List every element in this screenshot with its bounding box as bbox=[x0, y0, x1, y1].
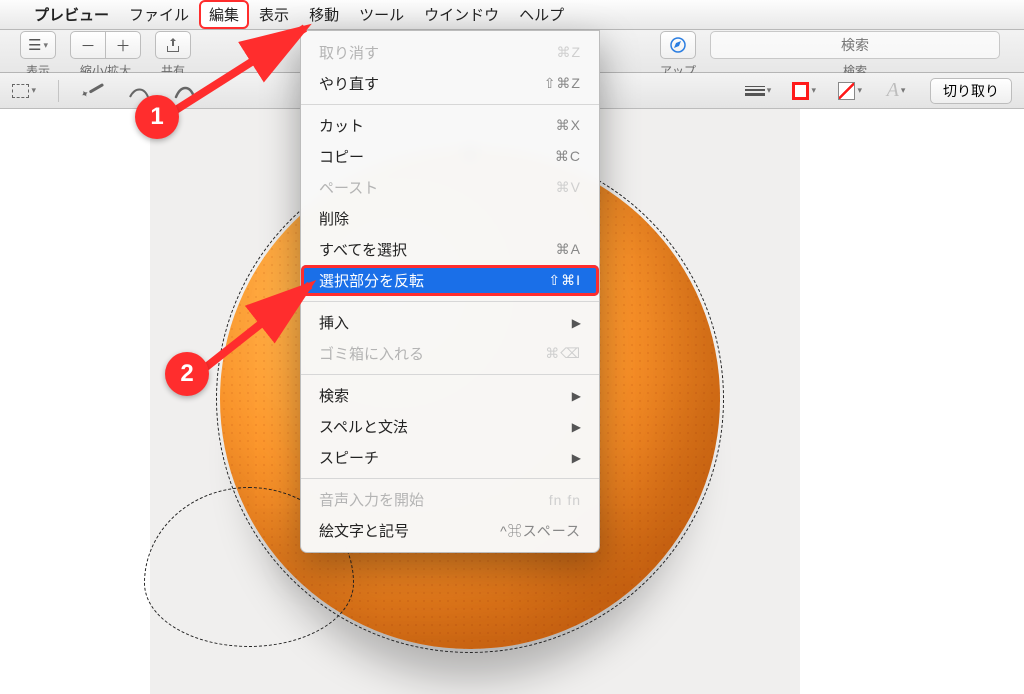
menu-item-speech[interactable]: スピーチ ▶ bbox=[301, 442, 599, 473]
menu-item-shortcut: ⌘⌫ bbox=[545, 345, 581, 362]
menu-item-paste: ペースト ⌘V bbox=[301, 172, 599, 203]
annotation-arrow-2 bbox=[190, 275, 330, 388]
instant-alpha-tool[interactable]: ✦ bbox=[81, 79, 105, 103]
selection-rect-icon bbox=[12, 84, 29, 98]
sidebar-icon: ☰ bbox=[28, 36, 41, 54]
menu-item-shortcut: ^⌘スペース bbox=[500, 521, 581, 541]
menu-item-cut[interactable]: カット ⌘X bbox=[301, 110, 599, 141]
toolbar-separator bbox=[58, 80, 59, 102]
menu-item-label: 音声入力を開始 bbox=[319, 489, 424, 510]
line-weight-icon bbox=[745, 84, 765, 98]
menu-separator bbox=[301, 104, 599, 105]
zoom-out-button[interactable]: － bbox=[70, 31, 106, 59]
menu-item-shortcut: ⌘X bbox=[556, 117, 581, 134]
menu-item-start-dictation: 音声入力を開始 fn fn bbox=[301, 484, 599, 515]
chevron-down-icon: ▾ bbox=[767, 85, 772, 96]
search-input[interactable] bbox=[710, 31, 1000, 59]
chevron-down-icon: ▾ bbox=[43, 40, 48, 51]
menu-item-shortcut: ⌘C bbox=[555, 148, 581, 165]
submenu-arrow-icon: ▶ bbox=[572, 420, 581, 434]
crop-button[interactable]: 切り取り bbox=[930, 78, 1012, 104]
menu-item-delete[interactable]: 削除 bbox=[301, 203, 599, 234]
menubar-app-name[interactable]: プレビュー bbox=[24, 0, 119, 29]
selection-rect-tool[interactable]: ▾ bbox=[12, 79, 36, 103]
menu-item-label: ゴミ箱に入れる bbox=[319, 343, 424, 364]
zoom-out-icon: － bbox=[80, 35, 95, 56]
stroke-color-picker[interactable]: ▾ bbox=[792, 79, 816, 103]
markup-icon bbox=[669, 36, 687, 54]
menu-item-shortcut: ⇧⌘Z bbox=[544, 75, 581, 92]
menu-item-emoji[interactable]: 絵文字と記号 ^⌘スペース bbox=[301, 515, 599, 546]
menu-item-copy[interactable]: コピー ⌘C bbox=[301, 141, 599, 172]
menu-separator bbox=[301, 301, 599, 302]
menubar-item-window[interactable]: ウインドウ bbox=[414, 0, 509, 29]
fill-color-picker[interactable]: ▾ bbox=[838, 79, 862, 103]
menu-item-label: スピーチ bbox=[319, 447, 379, 468]
menu-item-select-all[interactable]: すべてを選択 ⌘A bbox=[301, 234, 599, 265]
menu-item-shortcut: ⌘A bbox=[556, 241, 581, 258]
menu-item-label: 選択部分を反転 bbox=[319, 270, 424, 291]
menu-item-label: コピー bbox=[319, 146, 364, 167]
menu-item-label: 削除 bbox=[319, 208, 349, 229]
menu-separator bbox=[301, 374, 599, 375]
markup-toggle-button[interactable] bbox=[660, 31, 696, 59]
menu-item-shortcut: ⌘V bbox=[556, 179, 581, 196]
menu-item-shortcut: fn fn bbox=[549, 492, 581, 508]
zoom-in-icon: ＋ bbox=[115, 35, 130, 56]
line-weight-picker[interactable]: ▾ bbox=[746, 79, 770, 103]
zoom-in-button[interactable]: ＋ bbox=[105, 31, 141, 59]
menubar-item-tools[interactable]: ツール bbox=[349, 0, 414, 29]
submenu-arrow-icon: ▶ bbox=[572, 451, 581, 465]
chevron-down-icon: ▾ bbox=[811, 85, 816, 96]
menu-item-shortcut: ⌘Z bbox=[556, 44, 581, 61]
menu-item-undo: 取り消す ⌘Z bbox=[301, 37, 599, 68]
menu-item-insert[interactable]: 挿入 ▶ bbox=[301, 307, 599, 338]
menu-edit-dropdown: 取り消す ⌘Z やり直す ⇧⌘Z カット ⌘X コピー ⌘C ペースト ⌘V 削… bbox=[300, 30, 600, 553]
menu-item-spelling[interactable]: スペルと文法 ▶ bbox=[301, 411, 599, 442]
menu-item-label: すべてを選択 bbox=[319, 239, 407, 260]
menu-item-find[interactable]: 検索 ▶ bbox=[301, 380, 599, 411]
view-mode-button[interactable]: ☰▾ bbox=[20, 31, 56, 59]
submenu-arrow-icon: ▶ bbox=[572, 316, 581, 330]
annotation-badge-2: 2 bbox=[165, 352, 209, 396]
chevron-down-icon: ▾ bbox=[901, 85, 906, 96]
chevron-down-icon: ▾ bbox=[857, 85, 862, 96]
menu-item-label: ペースト bbox=[319, 177, 378, 198]
menu-item-label: スペルと文法 bbox=[319, 416, 408, 437]
annotation-badge-1: 1 bbox=[135, 95, 179, 139]
menu-item-label: 絵文字と記号 bbox=[319, 520, 409, 541]
menubar-item-help[interactable]: ヘルプ bbox=[509, 0, 574, 29]
text-style-picker[interactable]: A▾ bbox=[884, 79, 908, 103]
fill-color-swatch bbox=[838, 82, 855, 100]
submenu-arrow-icon: ▶ bbox=[572, 389, 581, 403]
stroke-color-swatch bbox=[792, 82, 809, 100]
menu-item-move-to-trash: ゴミ箱に入れる ⌘⌫ bbox=[301, 338, 599, 369]
menu-item-redo[interactable]: やり直す ⇧⌘Z bbox=[301, 68, 599, 99]
menu-item-label: 検索 bbox=[319, 385, 349, 406]
magic-wand-icon: ✦ bbox=[79, 79, 106, 101]
menu-separator bbox=[301, 478, 599, 479]
chevron-down-icon: ▾ bbox=[31, 85, 36, 96]
text-style-icon: A bbox=[887, 79, 899, 102]
menu-item-invert-selection[interactable]: 選択部分を反転 ⇧⌘I bbox=[301, 265, 599, 296]
menu-item-shortcut: ⇧⌘I bbox=[548, 272, 581, 289]
